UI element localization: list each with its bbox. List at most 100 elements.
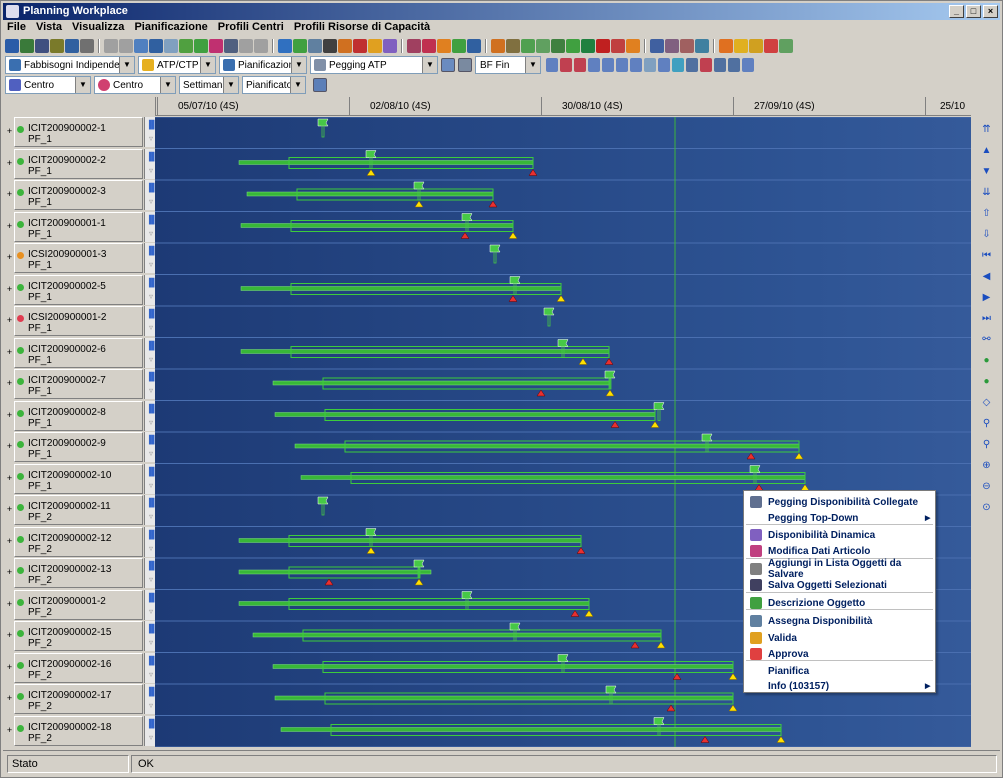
toolbar-tool-icon[interactable] xyxy=(293,39,307,53)
toolbar-tool-icon[interactable] xyxy=(119,39,133,53)
context-menu-item[interactable]: Pegging Disponibilità Collegate xyxy=(744,494,935,510)
centro-combo-2[interactable]: Centro ▼ xyxy=(94,76,176,94)
navigation-tool-icon[interactable] xyxy=(658,58,670,72)
list-item[interactable]: + ICIT200900001-1 PF_1 ▐▌ ▿ xyxy=(5,211,157,244)
navigation-tool-icon[interactable] xyxy=(672,58,684,72)
globe-icon[interactable]: ● xyxy=(979,374,995,390)
toolbar-tool-icon[interactable] xyxy=(611,39,625,53)
context-menu-item[interactable]: Approva xyxy=(744,646,935,662)
toolbar-tool-icon[interactable] xyxy=(5,39,19,53)
list-item[interactable]: + ICIT200900002-6 PF_1 ▐▌ ▿ xyxy=(5,337,157,370)
list-item[interactable]: + ICIT200900001-2 PF_2 ▐▌ ▿ xyxy=(5,589,157,622)
expand-icon[interactable]: + xyxy=(5,275,14,305)
toolbar-tool-icon[interactable] xyxy=(278,39,292,53)
toolbar-tool-icon[interactable] xyxy=(596,39,610,53)
refresh-button[interactable] xyxy=(441,58,455,72)
toolbar-tool-icon[interactable] xyxy=(20,39,34,53)
toolbar-tool-icon[interactable] xyxy=(383,39,397,53)
expand-icon[interactable]: + xyxy=(5,212,14,242)
toolbar-tool-icon[interactable] xyxy=(353,39,367,53)
minimize-button[interactable]: _ xyxy=(949,5,964,18)
menu-vista[interactable]: Vista xyxy=(36,20,62,35)
zoom-icon[interactable]: ⚲ xyxy=(979,437,995,453)
list-item[interactable]: + ICIT200900002-18 PF_2 ▐▌ ▿ xyxy=(5,715,157,748)
prev-icon[interactable]: ◀ xyxy=(979,269,995,285)
context-menu-item[interactable]: Disponibilità Dinamica xyxy=(744,527,935,543)
filter-button[interactable] xyxy=(458,58,472,72)
toolbar-tool-icon[interactable] xyxy=(680,39,694,53)
expand-icon[interactable]: + xyxy=(5,527,14,557)
toolbar-tool-icon[interactable] xyxy=(338,39,352,53)
expand-icon[interactable]: + xyxy=(5,306,14,336)
navigation-tool-icon[interactable] xyxy=(742,58,754,72)
scroll-up-icon[interactable]: ▲ xyxy=(979,143,995,159)
toolbar-tool-icon[interactable] xyxy=(650,39,664,53)
navigation-tool-icon[interactable] xyxy=(616,58,628,72)
toolbar-tool-icon[interactable] xyxy=(779,39,793,53)
toolbar-tool-icon[interactable] xyxy=(734,39,748,53)
first-icon[interactable]: ⏮ xyxy=(979,248,995,264)
context-menu-item[interactable]: Assegna Disponibilità xyxy=(744,613,935,629)
expand-icon[interactable]: + xyxy=(5,149,14,179)
navigation-tool-icon[interactable] xyxy=(630,58,642,72)
context-menu-item[interactable]: Descrizione Oggetto xyxy=(744,595,935,611)
menu-pianificazione[interactable]: Pianificazione xyxy=(134,20,207,35)
expand-icon[interactable]: + xyxy=(5,117,14,147)
list-item[interactable]: + ICIT200900002-16 PF_2 ▐▌ ▿ xyxy=(5,652,157,685)
toolbar-tool-icon[interactable] xyxy=(407,39,421,53)
globe-icon[interactable]: ● xyxy=(979,353,995,369)
expand-icon[interactable]: + xyxy=(5,432,14,462)
menu-profili-centri[interactable]: Profili Centri xyxy=(218,20,284,35)
toolbar-tool-icon[interactable] xyxy=(164,39,178,53)
navigation-tool-icon[interactable] xyxy=(602,58,614,72)
binoculars-icon[interactable]: ⚯ xyxy=(979,332,995,348)
expand-icon[interactable]: + xyxy=(5,243,14,273)
navigation-tool-icon[interactable] xyxy=(574,58,586,72)
atp-combo[interactable]: ATP/CTP ▼ xyxy=(138,56,216,74)
toolbar-tool-icon[interactable] xyxy=(749,39,763,53)
bf-fin-combo[interactable]: BF Fin ▼ xyxy=(475,56,541,74)
navigation-tool-icon[interactable] xyxy=(714,58,726,72)
expand-icon[interactable]: + xyxy=(5,621,14,651)
context-menu-item[interactable]: Valida xyxy=(744,630,935,646)
maximize-button[interactable]: □ xyxy=(966,5,981,18)
toolbar-tool-icon[interactable] xyxy=(80,39,94,53)
toolbar-tool-icon[interactable] xyxy=(134,39,148,53)
zoom-out-icon[interactable]: ⊖ xyxy=(979,479,995,495)
centro-combo-1[interactable]: Centro ▼ xyxy=(5,76,91,94)
expand-icon[interactable]: + xyxy=(5,558,14,588)
toolbar-tool-icon[interactable] xyxy=(467,39,481,53)
toolbar-tool-icon[interactable] xyxy=(452,39,466,53)
list-item[interactable]: + ICIT200900002-7 PF_1 ▐▌ ▿ xyxy=(5,369,157,401)
toolbar-tool-icon[interactable] xyxy=(422,39,436,53)
toolbar-tool-icon[interactable] xyxy=(65,39,79,53)
list-item[interactable]: + ICIT200900002-8 PF_1 ▐▌ ▿ xyxy=(5,400,157,433)
expand-icon[interactable]: + xyxy=(5,369,14,399)
toolbar-tool-icon[interactable] xyxy=(764,39,778,53)
list-item[interactable]: + ICIT200900002-15 PF_2 ▐▌ ▿ xyxy=(5,621,157,653)
toolbar-tool-icon[interactable] xyxy=(695,39,709,53)
list-item[interactable]: + ICIT200900002-5 PF_1 ▐▌ ▿ xyxy=(5,274,157,307)
close-button[interactable]: × xyxy=(983,5,998,18)
toolbar-tool-icon[interactable] xyxy=(368,39,382,53)
scroll-bottom-icon[interactable]: ⇊ xyxy=(979,185,995,201)
zoom-fit-icon[interactable]: ⊙ xyxy=(979,500,995,516)
toolbar-tool-icon[interactable] xyxy=(209,39,223,53)
list-item[interactable]: + ICIT200900002-9 PF_1 ▐▌ ▿ xyxy=(5,432,157,464)
list-item[interactable]: + ICIT200900002-13 PF_2 ▐▌ ▿ xyxy=(5,558,157,590)
expand-icon[interactable]: + xyxy=(5,684,14,714)
navigation-tool-icon[interactable] xyxy=(728,58,740,72)
next-icon[interactable]: ▶ xyxy=(979,290,995,306)
move-down-icon[interactable]: ⇩ xyxy=(979,227,995,243)
expand-icon[interactable]: + xyxy=(5,180,14,210)
list-item[interactable]: + ICIT200900002-2 PF_1 ▐▌ ▿ xyxy=(5,148,157,181)
list-item[interactable]: + ICSI200900001-2 PF_1 ▐▌ ▿ xyxy=(5,306,157,338)
expand-icon[interactable]: + xyxy=(5,716,14,746)
list-item[interactable]: + ICIT200900002-1 PF_1 ▐▌ ▿ xyxy=(5,117,157,149)
toolbar-tool-icon[interactable] xyxy=(626,39,640,53)
toolbar-tool-icon[interactable] xyxy=(308,39,322,53)
toolbar-tool-icon[interactable] xyxy=(521,39,535,53)
navigation-tool-icon[interactable] xyxy=(700,58,712,72)
list-item[interactable]: + ICIT200900002-12 PF_2 ▐▌ ▿ xyxy=(5,526,157,559)
toolbar-tool-icon[interactable] xyxy=(104,39,118,53)
